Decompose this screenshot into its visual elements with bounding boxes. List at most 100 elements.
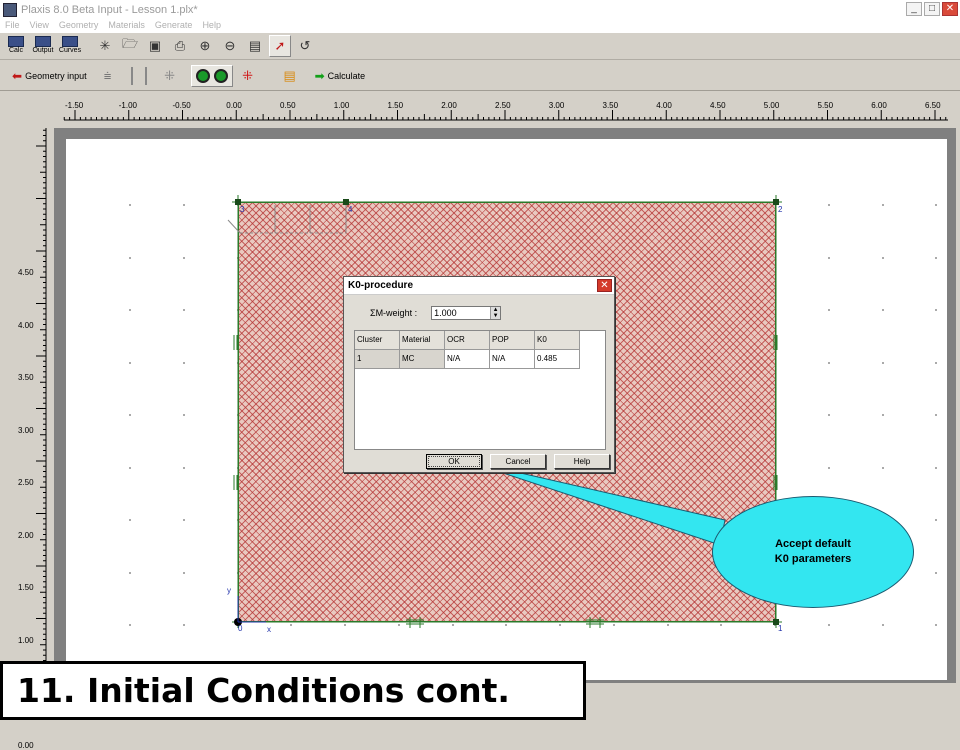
help-button[interactable]: Help — [554, 454, 610, 469]
output-program-button[interactable]: Output — [31, 34, 55, 58]
zoom-in-button[interactable]: ⊕ — [194, 35, 216, 57]
menu-generate[interactable]: Generate — [150, 19, 198, 33]
cancel-button[interactable]: Cancel — [490, 454, 546, 469]
curves-icon — [62, 36, 78, 47]
ok-button[interactable]: OK — [426, 454, 482, 469]
new-project-button[interactable]: ✳ — [94, 35, 116, 57]
grid-dot — [935, 256, 938, 259]
cell-material: MC — [400, 350, 445, 369]
toolbar-divider — [130, 66, 133, 85]
grid-dot — [182, 519, 185, 521]
grid-dot — [182, 256, 185, 259]
slide-caption: 11. Initial Conditions cont. — [0, 661, 586, 720]
table-row[interactable]: 1 MC N/A N/A 0.485 — [355, 350, 605, 369]
minimize-button[interactable]: _ — [906, 2, 922, 16]
calculate-button[interactable]: ➡ Calculate — [311, 65, 370, 87]
cell-pop[interactable]: N/A — [490, 350, 535, 369]
column-header-cluster: Cluster — [355, 331, 400, 350]
close-window-button[interactable]: ✕ — [942, 2, 958, 16]
point-0-label: 0 — [238, 624, 243, 633]
grid-dot — [827, 414, 830, 416]
cell-ocr[interactable]: N/A — [445, 350, 490, 369]
ruler-h-label: 2.50 — [495, 101, 511, 110]
new-icon: ✳ — [99, 38, 111, 53]
grid-dot — [129, 624, 131, 626]
grid-dot — [881, 256, 884, 259]
generate-water-pressures-button[interactable]: ⁜ — [159, 65, 181, 87]
spin-arrows-icon[interactable]: ▲ ▼ — [490, 307, 501, 319]
menu-materials[interactable]: Materials — [103, 19, 150, 33]
grid-dot — [344, 624, 346, 626]
geometry-input-button[interactable]: ⬅ Geometry input — [8, 65, 91, 87]
water-conditions-mode-icon — [195, 68, 210, 83]
ruler-v-label: 4.50 — [18, 268, 34, 277]
curves-program-button[interactable]: Curves — [58, 34, 82, 58]
mode-toggle[interactable] — [190, 64, 233, 87]
main-toolbar: Calc Output Curves ✳ 🗁 ▣ ⎙ ⊕ ⊖ ▤ ➚ ↺ — [0, 33, 960, 60]
dialog-close-button[interactable]: ✕ — [597, 279, 612, 292]
generate-initial-stresses-button[interactable]: ⁜ — [237, 65, 259, 87]
column-header-ocr: OCR — [445, 331, 490, 350]
print-button[interactable]: ⎙ — [169, 35, 191, 57]
ruler-v-label: 3.50 — [18, 373, 34, 382]
grid-dot — [935, 519, 938, 521]
maximize-button[interactable]: □ — [924, 2, 940, 16]
zoom-in-icon: ⊕ — [199, 38, 211, 53]
window-title: Plaxis 8.0 Beta Input - Lesson 1.plx* — [21, 3, 198, 16]
ruler-h-label: -1.50 — [65, 101, 84, 110]
folder-icon: 🗁 — [121, 36, 139, 51]
pointer-arrow-icon: ➚ — [274, 38, 286, 53]
menu-help[interactable]: Help — [197, 19, 226, 33]
grid-dot — [935, 624, 938, 626]
column-header-k0: K0 — [535, 331, 580, 350]
grid-dot — [129, 519, 131, 521]
grid-dot — [827, 466, 830, 469]
grid-dot — [935, 361, 938, 364]
initial-conditions-toolbar: ⬅ Geometry input ⩧ ⁜ ⁜ ▤ ➡ Calculate — [0, 61, 960, 91]
menu-view[interactable]: View — [25, 19, 54, 33]
vertical-ruler-ticks — [36, 128, 47, 683]
grid-dot — [827, 256, 830, 259]
grid-dot — [881, 466, 884, 469]
table-header-row: Cluster Material OCR POP K0 — [355, 331, 605, 350]
grid-dot — [397, 624, 400, 626]
menu-geometry[interactable]: Geometry — [54, 19, 104, 33]
stress-plot-button[interactable]: ▤ — [279, 65, 301, 87]
zoom-out-button[interactable]: ⊖ — [219, 35, 241, 57]
menu-file[interactable]: File — [0, 19, 25, 33]
selection-tool-button[interactable]: ➚ — [269, 35, 291, 57]
grid-dot — [827, 309, 830, 311]
grid-dot — [935, 309, 938, 311]
callout-line-2: K0 parameters — [774, 553, 852, 565]
grid-dot — [182, 624, 185, 626]
output-icon — [35, 36, 51, 47]
m-weight-label: ΣM-weight : — [370, 308, 418, 318]
m-weight-input[interactable]: 1.000 ▲ ▼ — [431, 306, 502, 320]
floppy-icon: ▣ — [148, 38, 162, 53]
calc-program-button[interactable]: Calc — [4, 34, 28, 58]
undo-button[interactable]: ↺ — [294, 35, 316, 57]
ruler-h-label: 4.00 — [656, 101, 672, 110]
ruler-v-label: 1.00 — [18, 635, 34, 645]
ruler-h-label: 3.00 — [548, 101, 565, 110]
grid-dot — [182, 309, 185, 311]
save-project-button[interactable]: ▣ — [144, 35, 166, 57]
grid-dot — [129, 466, 131, 469]
grid-dot — [935, 204, 938, 206]
open-project-button[interactable]: 🗁 — [119, 35, 141, 57]
water-level-icon: ⩧ — [103, 67, 112, 83]
x-axis-label: x — [267, 625, 271, 634]
grid-dot — [774, 624, 776, 626]
ruler-h-label: 5.00 — [763, 101, 780, 110]
ruler-h-label: 3.50 — [602, 101, 619, 110]
cell-k0[interactable]: 0.485 — [535, 350, 580, 369]
ruler-h-label: 6.50 — [925, 101, 941, 110]
ruler-v-label: 1.50 — [18, 583, 34, 592]
grid-dot — [182, 466, 185, 469]
horizontal-ruler-ticks — [63, 110, 948, 121]
table-button[interactable]: ▤ — [244, 35, 266, 57]
grid-dot — [182, 571, 185, 574]
cell-cluster: 1 — [355, 350, 400, 369]
forward-arrow-icon: ➡ — [314, 68, 325, 83]
water-level-button[interactable]: ⩧ — [97, 65, 119, 87]
